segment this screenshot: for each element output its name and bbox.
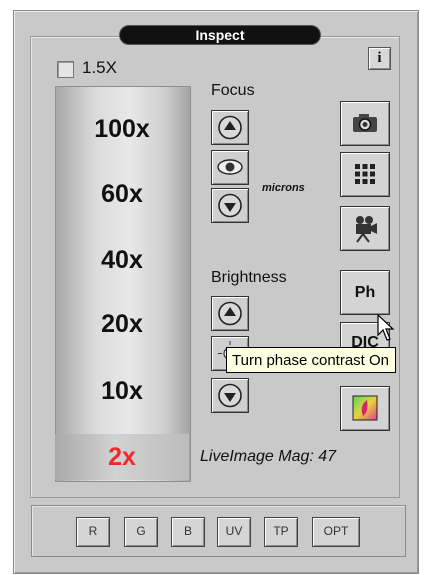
mouse-pointer-icon: [377, 313, 395, 341]
up-arrow-icon: [218, 301, 242, 326]
brightness-down-button[interactable]: [211, 378, 249, 413]
phase-contrast-button[interactable]: Ph: [340, 270, 390, 315]
phase-contrast-label: Ph: [354, 284, 376, 301]
mag-20x[interactable]: 20x: [55, 310, 189, 339]
focus-up-button[interactable]: [211, 110, 249, 145]
focus-label: Focus: [211, 82, 255, 99]
focus-eye-button[interactable]: [211, 150, 249, 185]
movie-camera-icon: [356, 216, 377, 243]
mag-100x[interactable]: 100x: [55, 115, 189, 144]
down-arrow-icon: [218, 383, 242, 408]
snapshot-button[interactable]: [340, 101, 390, 146]
window-title: Inspect: [120, 26, 320, 44]
mag-2x-selected[interactable]: 2x: [55, 434, 189, 480]
phase-contrast-tooltip: Turn phase contrast On: [226, 347, 396, 373]
down-arrow-icon: [218, 193, 242, 218]
eye-icon: [217, 159, 243, 175]
movie-button[interactable]: [340, 206, 390, 251]
color-map-icon: [352, 395, 378, 421]
checkbox-1-5x[interactable]: [57, 61, 74, 78]
grid-button[interactable]: [340, 152, 390, 197]
brightness-label: Brightness: [211, 269, 287, 286]
live-image-mag: LiveImage Mag: 47: [200, 448, 337, 465]
info-button[interactable]: i: [368, 47, 391, 70]
filter-b-button[interactable]: B: [171, 517, 205, 547]
filter-tp-button[interactable]: TP: [264, 517, 298, 547]
filter-opt-button[interactable]: OPT: [312, 517, 360, 547]
filter-g-button[interactable]: G: [124, 517, 158, 547]
mag-60x[interactable]: 60x: [55, 180, 189, 209]
magnification-strip: [55, 86, 191, 482]
mag-40x[interactable]: 40x: [55, 246, 189, 275]
camera-icon: [353, 114, 377, 132]
up-arrow-icon: [218, 115, 242, 140]
mag-10x[interactable]: 10x: [55, 377, 189, 406]
filter-r-button[interactable]: R: [76, 517, 110, 547]
checkbox-label: 1.5X: [82, 58, 117, 77]
filter-uv-button[interactable]: UV: [217, 517, 251, 547]
microns-label: microns: [262, 182, 305, 194]
brightness-up-button[interactable]: [211, 296, 249, 331]
grid-icon: [355, 164, 375, 184]
focus-down-button[interactable]: [211, 188, 249, 223]
color-map-button[interactable]: [340, 386, 390, 431]
